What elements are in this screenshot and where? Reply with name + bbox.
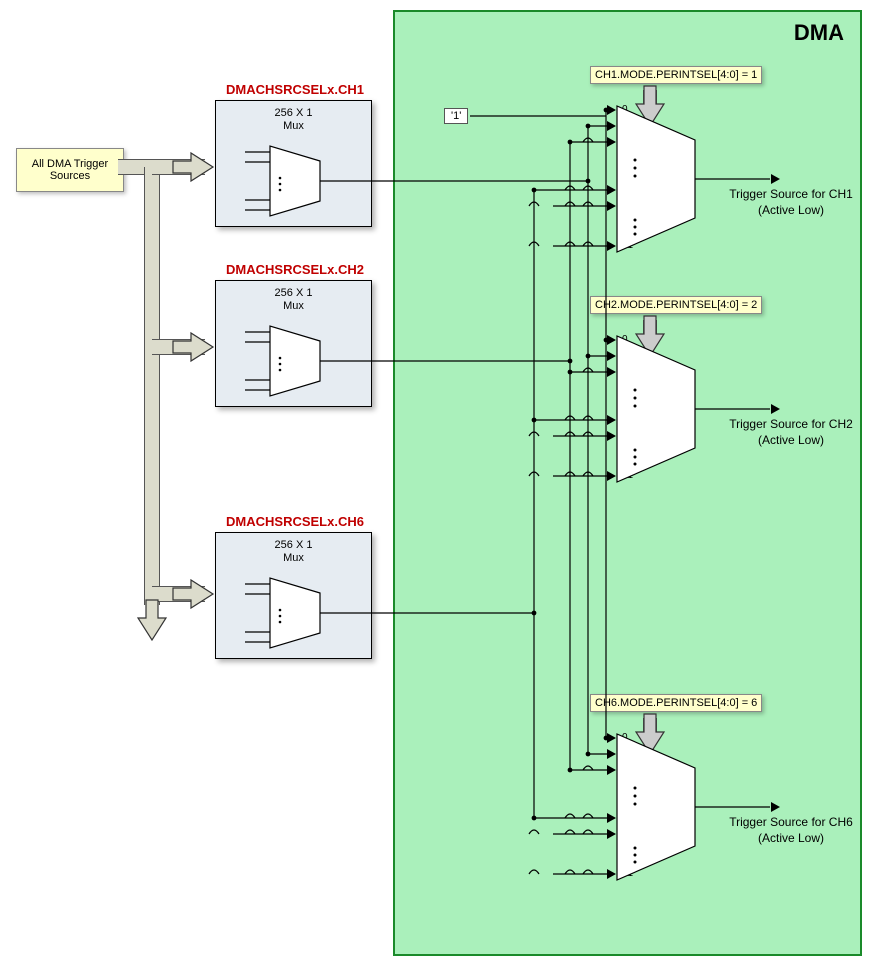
left-mux-size-2: 256 X 1Mux [216,539,371,565]
right-mux-2-in-31: 31 [622,868,633,879]
right-mux-1-in-7: 7 [622,430,628,441]
right-mux-1-in-2: 2 [622,366,628,377]
mode-label-1: CH2.MODE.PERINTSEL[4:0] = 2 [590,296,762,314]
dma-title: DMA [794,20,844,46]
left-mux-box-2: 256 X 1Mux [215,532,372,659]
trigger-out-1: Trigger Source for CH2(Active Low) [716,417,866,448]
right-mux-1-in-0: 0 [622,334,628,345]
right-mux-0-in-1: 1 [622,120,628,131]
mode-label-2: CH6.MODE.PERINTSEL[4:0] = 6 [590,694,762,712]
left-mux-box-1: 256 X 1Mux [215,280,372,407]
trigger-out-2: Trigger Source for CH6(Active Low) [716,815,866,846]
right-mux-0-in-7: 7 [622,200,628,211]
right-mux-2-in-0: 0 [622,732,628,743]
left-mux-size-1: 256 X 1Mux [216,287,371,313]
right-mux-1-in-1: 1 [622,350,628,361]
mode-label-0: CH1.MODE.PERINTSEL[4:0] = 1 [590,66,762,84]
right-mux-2-in-2: 2 [622,764,628,775]
right-mux-2-in-6: 6 [622,812,628,823]
right-mux-1-in-31: 31 [622,470,633,481]
left-mux-box-0: 256 X 1Mux [215,100,372,227]
mux-title-1: DMACHSRCSELx.CH2 [215,262,375,277]
source-box: All DMA Trigger Sources [16,148,124,192]
mux-title-2: DMACHSRCSELx.CH6 [215,514,375,529]
right-mux-0-in-0: 0 [622,104,628,115]
constant-one: '1' [444,108,468,124]
right-mux-2-in-1: 1 [622,748,628,759]
right-mux-0-in-2: 2 [622,136,628,147]
trigger-out-0: Trigger Source for CH1(Active Low) [716,187,866,218]
left-mux-size-0: 256 X 1Mux [216,107,371,133]
right-mux-0-in-6: 6 [622,184,628,195]
right-mux-1-in-6: 6 [622,414,628,425]
right-mux-0-in-31: 31 [622,240,633,251]
mux-title-0: DMACHSRCSELx.CH1 [215,82,375,97]
right-mux-2-in-7: 7 [622,828,628,839]
